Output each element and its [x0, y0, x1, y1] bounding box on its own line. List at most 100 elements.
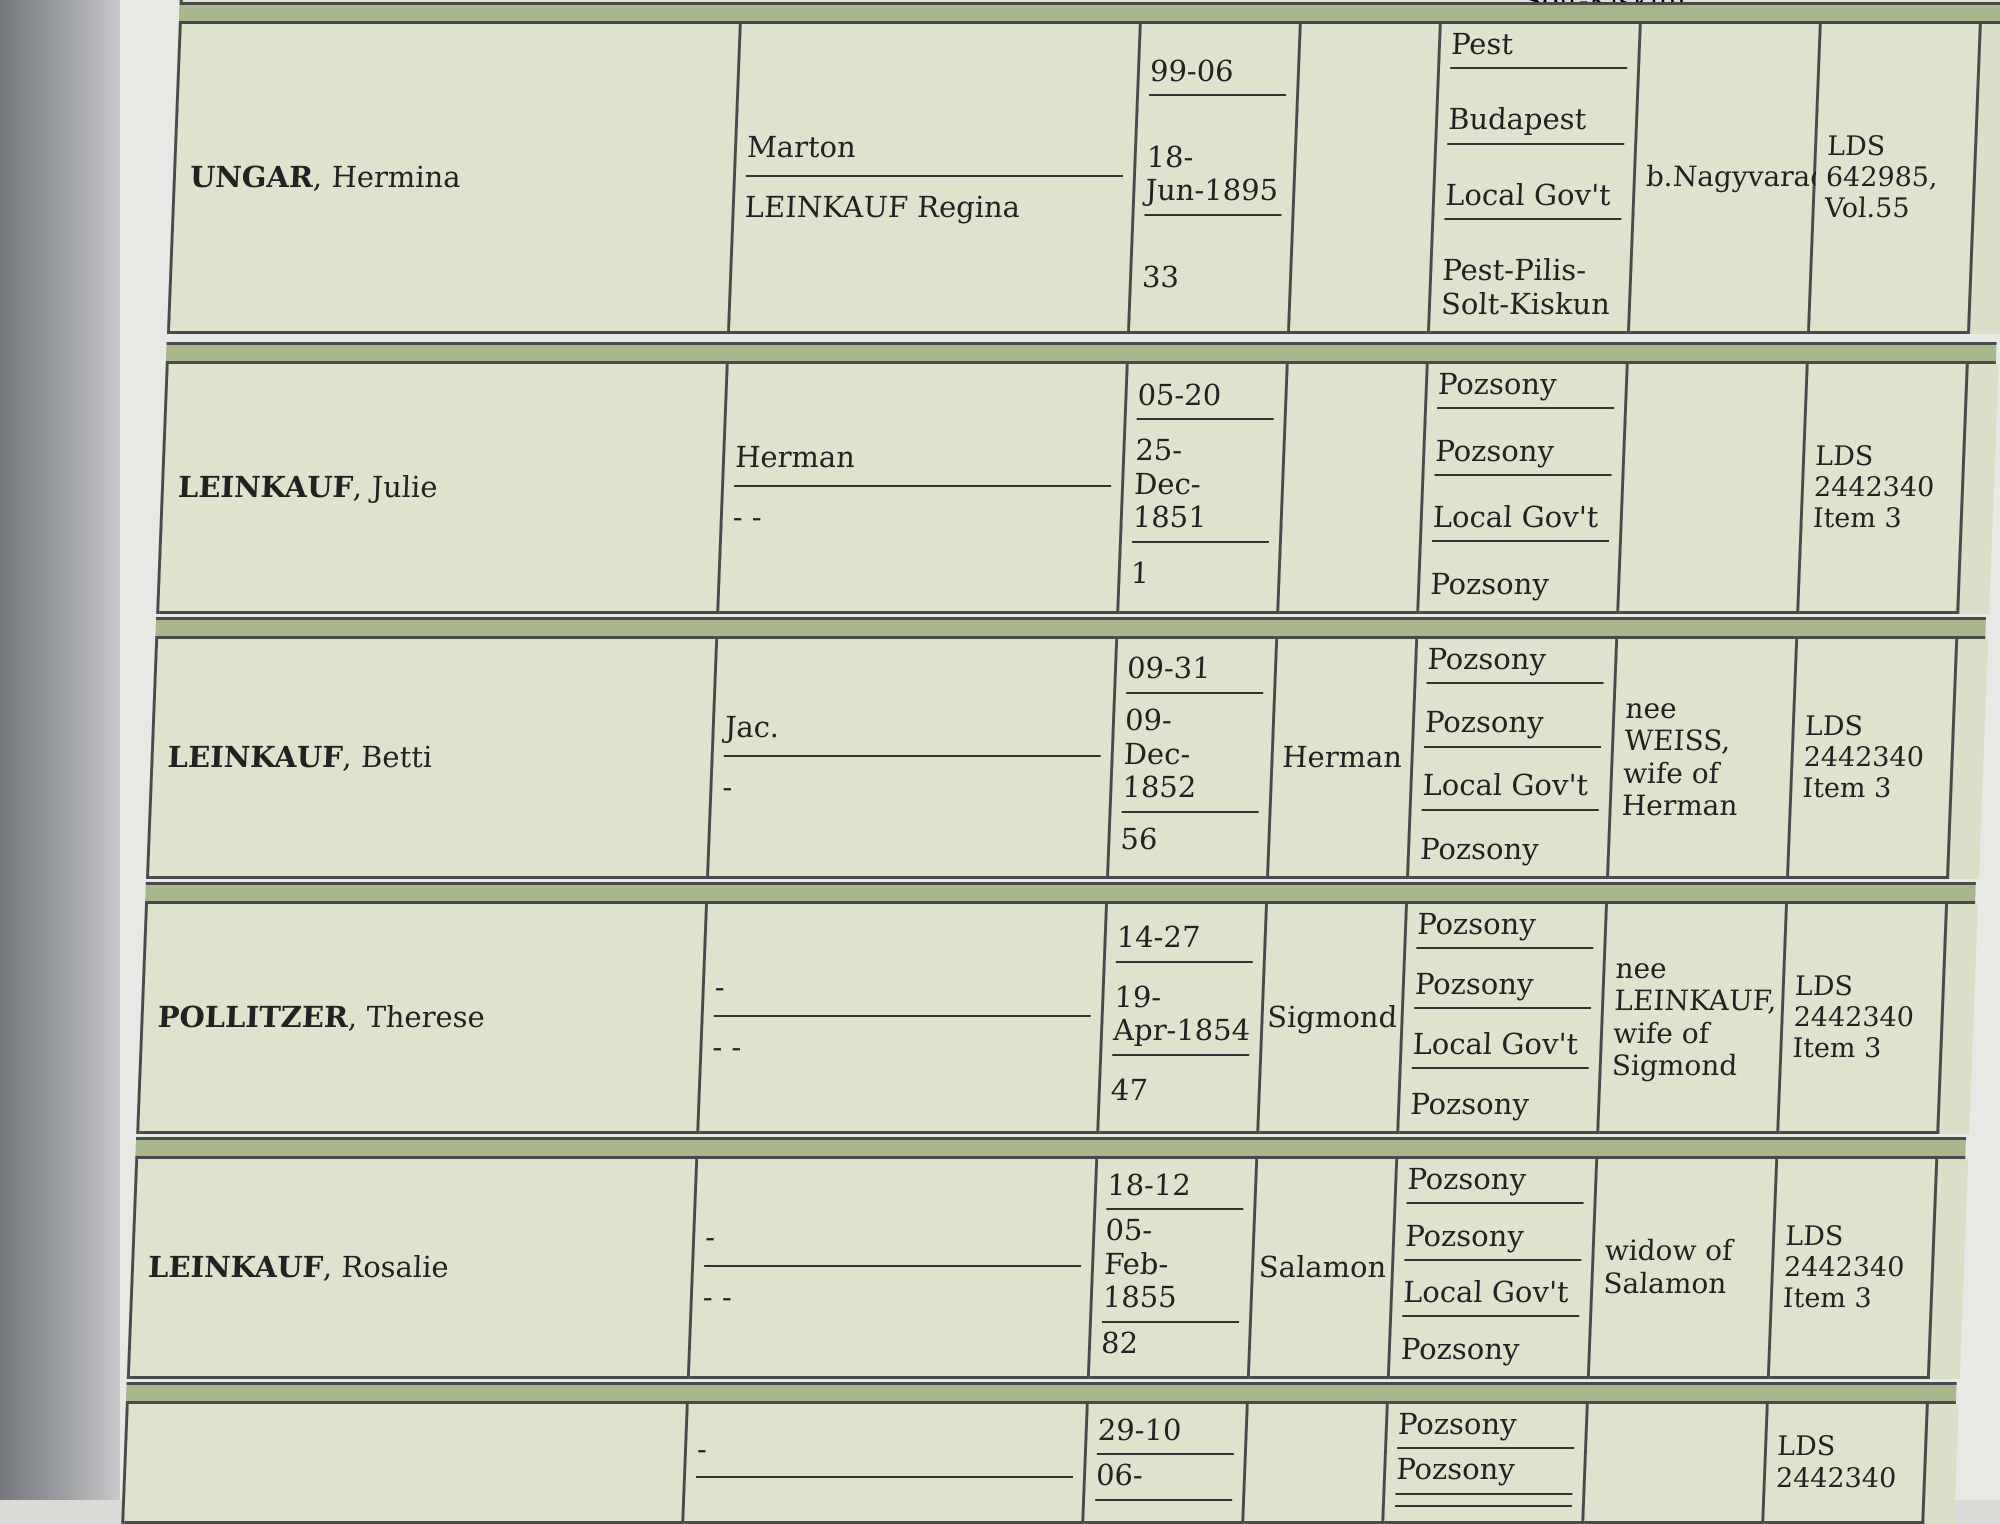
name-cell: LEINKAUF, Julie [159, 364, 729, 614]
note-cell: nee WEISS, wife of Herman [1609, 639, 1799, 879]
mother-name: LEINKAUF Regina [744, 189, 1021, 224]
place-line: Pozsony [1409, 1086, 1530, 1121]
place-line: Pozsony [1426, 642, 1606, 685]
date-line: 82 [1100, 1325, 1139, 1360]
name-cell: LEINKAUF, Rosalie [129, 1159, 699, 1379]
source-text: LDS 642985, Vol.55 [1824, 130, 1939, 225]
places-cell: Pozsony Pozsony Local Gov't Pozsony [1389, 1159, 1599, 1379]
place-line: Pozsony [1429, 566, 1550, 601]
parents-cell: Marton LEINKAUF Regina [729, 24, 1142, 334]
source-text: LDS 2442340 Item 3 [1812, 440, 1935, 535]
place-line: Pozsony [1419, 831, 1540, 866]
place-line: Pozsony [1400, 1331, 1521, 1366]
name-cell: POLLITZER, Therese [139, 904, 709, 1134]
row-separator [145, 882, 1976, 904]
places-cell: Pozsony Pozsony Local Gov't Pozsony [1419, 364, 1629, 614]
date-line: 33 [1141, 260, 1180, 295]
places-cell: Pest Budapest Local Gov't Pest-Pilis- Solt-… [1429, 24, 1642, 334]
date-line: 05- Feb-1855 [1101, 1213, 1244, 1323]
note-text: nee WEISS, wife of Herman [1621, 692, 1739, 822]
table-row: - 29-10 06- Pozsony Pozsony LDS 2442340 [121, 1404, 1959, 1524]
date-line: 18- Jun-1895 [1144, 140, 1285, 216]
date-line: 99-06 [1149, 54, 1288, 96]
note-text: widow of Salamon [1602, 1234, 1734, 1300]
parents-cell: - [684, 1404, 1089, 1524]
place-line: Pest-Pilis- Solt-Kiskun [1440, 253, 1611, 321]
date-line: 09- Dec-1852 [1121, 703, 1263, 813]
given-name: , Therese [347, 999, 486, 1034]
date-line: 06- [1095, 1458, 1234, 1501]
surname: UNGAR [189, 159, 314, 194]
father-name: - [704, 1220, 716, 1255]
parents-cell: - - - [689, 1159, 1099, 1379]
note-text: nee LEINKAUF, wife of Sigmond [1611, 952, 1778, 1082]
parent-divider [723, 754, 1101, 757]
source-cell: LDS 2442340 Item 3 [1769, 1159, 1939, 1379]
places-cell: Pozsony Pozsony [1384, 1404, 1589, 1524]
mother-name: - - [711, 1029, 743, 1064]
place-line [1394, 1498, 1573, 1507]
place-line: Pozsony [1437, 367, 1616, 410]
parents-cell: Jac. - [709, 639, 1119, 879]
places-cell: Pozsony Pozsony Local Gov't Pozsony [1409, 639, 1619, 879]
date-line: 25- Dec-1851 [1131, 433, 1274, 543]
table-row: LEINKAUF, Betti Jac. - 09-31 09- Dec-1852 56 H… [146, 639, 1989, 879]
dates-cell: 18-12 05- Feb-1855 82 [1089, 1159, 1259, 1379]
monitor-bezel [0, 0, 120, 1500]
row-separator [125, 1382, 1957, 1404]
date-line: 1 [1130, 555, 1150, 590]
source-cell: LDS 2442340 Item 3 [1789, 639, 1959, 879]
dates-cell: 29-10 06- [1084, 1404, 1249, 1524]
source-text: LDS 2442340 Item 3 [1791, 970, 1915, 1065]
date-line: 47 [1110, 1073, 1149, 1108]
given-name: , Julie [352, 469, 439, 504]
source-cell: LDS 2442340 Item 3 [1799, 364, 1969, 614]
surname: LEINKAUF [147, 1249, 324, 1284]
note-text: b.Nagyvarad [1645, 160, 1829, 194]
source-text: LDS 2442340 Item 3 [1801, 710, 1925, 805]
dates-cell: 14-27 19- Apr-1854 47 [1099, 904, 1269, 1134]
surname: LEINKAUF [177, 469, 354, 504]
spouse-cell: Herman [1269, 639, 1419, 879]
spouse-name: Herman [1281, 739, 1403, 774]
place-line [1394, 1511, 1571, 1517]
note-cell: nee LEINKAUF, wife of Sigmond [1599, 904, 1789, 1134]
mother-name: - [721, 769, 734, 804]
note-cell [1619, 364, 1809, 614]
surname: POLLITZER [157, 999, 349, 1034]
place-line: Pest [1450, 27, 1629, 70]
date-line: 05-20 [1136, 378, 1276, 421]
father-name: - [714, 970, 726, 1005]
date-line: 18-12 [1106, 1168, 1245, 1211]
parent-divider [695, 1476, 1074, 1479]
place-line: Pozsony [1404, 1219, 1583, 1261]
row-separator [155, 617, 1987, 639]
name-cell [124, 1404, 689, 1524]
parent-divider [745, 174, 1124, 177]
place-line: Local Gov't [1444, 178, 1623, 221]
surname: LEINKAUF [167, 739, 344, 774]
father-name: - [696, 1431, 708, 1466]
parents-cell: Herman - - [719, 364, 1129, 614]
mother-name: - - [702, 1279, 733, 1314]
given-name: , Betti [342, 739, 433, 774]
place-line: Pozsony [1395, 1452, 1574, 1495]
screen: Solt-Kiskun UNGAR, HerminaMartonLEINKAUF… [120, 0, 2000, 1524]
place-line: Local Gov't [1402, 1275, 1581, 1318]
father-name: Jac. [724, 710, 780, 745]
row-separator [135, 1137, 1967, 1159]
dates-cell: 99-06 18- Jun-1895 33 [1129, 24, 1302, 334]
source-cell: LDS 2442340 [1764, 1404, 1929, 1524]
parent-divider [704, 1264, 1082, 1267]
given-name: , Rosalie [322, 1249, 450, 1284]
spouse-cell [1244, 1404, 1389, 1524]
source-cell: LDS 642985, Vol.55 [1809, 24, 1982, 334]
place-line: Pozsony [1434, 434, 1614, 476]
dates-cell: 09-31 09- Dec-1852 56 [1109, 639, 1279, 879]
parent-divider [713, 1014, 1091, 1017]
dates-cell: 05-20 25- Dec-1851 1 [1119, 364, 1289, 614]
father-name: Herman [734, 440, 856, 475]
row-separator [165, 342, 1997, 364]
source-cell: LDS 2442340 Item 3 [1779, 904, 1949, 1134]
table-row: POLLITZER, Therese - - -14-27 19- Apr-1854 4… [136, 904, 1979, 1134]
